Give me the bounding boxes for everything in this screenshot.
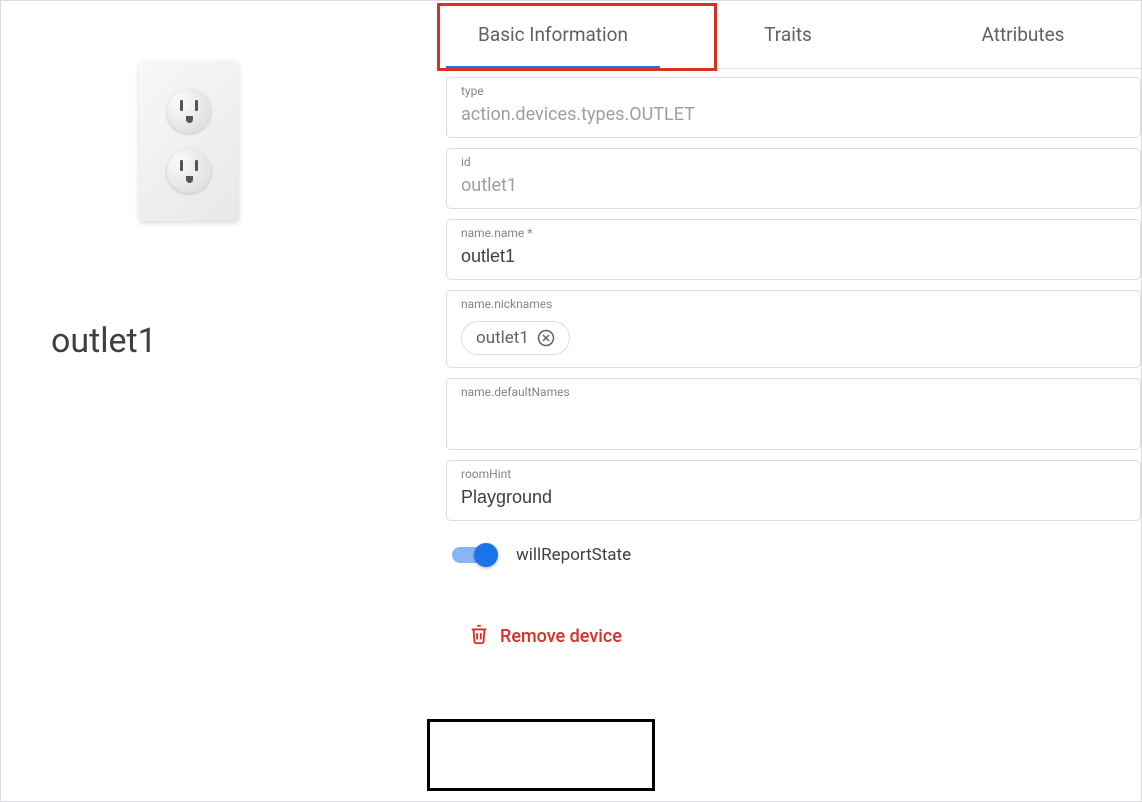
chip-remove-icon[interactable]: [537, 329, 555, 347]
field-name-defaultnames[interactable]: name.defaultNames: [446, 378, 1141, 450]
defaultnames-input[interactable]: [461, 405, 1126, 426]
name-name-input[interactable]: [461, 246, 1126, 267]
tab-label: Basic Information: [478, 23, 628, 46]
field-value: action.devices.types.OUTLET: [461, 104, 1126, 125]
device-summary-panel: outlet1: [1, 1, 436, 801]
willreportstate-row: willReportState: [446, 531, 1141, 567]
field-roomhint[interactable]: roomHint: [446, 460, 1141, 521]
tab-traits[interactable]: Traits: [671, 1, 906, 68]
trash-icon: [468, 623, 490, 649]
remove-device-label: Remove device: [500, 626, 622, 647]
remove-device-button[interactable]: Remove device: [446, 607, 1141, 665]
toggle-label: willReportState: [516, 545, 631, 565]
field-label: name.name *: [461, 226, 1126, 240]
device-image-outlet: [139, 61, 239, 221]
field-label: name.nicknames: [461, 297, 1126, 311]
field-name-nicknames[interactable]: name.nicknames outlet1: [446, 290, 1141, 368]
outlet-socket-icon: [167, 149, 211, 193]
outlet-socket-icon: [167, 89, 211, 133]
tab-basic-information[interactable]: Basic Information: [436, 1, 671, 68]
tab-label: Attributes: [982, 23, 1065, 46]
tab-label: Traits: [764, 23, 812, 46]
nickname-chip[interactable]: outlet1: [461, 321, 570, 355]
field-value: outlet1: [461, 175, 1126, 196]
field-type[interactable]: type action.devices.types.OUTLET: [446, 77, 1141, 138]
field-name-name[interactable]: name.name *: [446, 219, 1141, 280]
field-label: roomHint: [461, 467, 1126, 481]
chip-label: outlet1: [476, 328, 529, 348]
field-id[interactable]: id outlet1: [446, 148, 1141, 209]
field-label: id: [461, 155, 1126, 169]
basic-info-form: type action.devices.types.OUTLET id outl…: [436, 69, 1141, 665]
tab-attributes[interactable]: Attributes: [906, 1, 1141, 68]
field-label: name.defaultNames: [461, 385, 1126, 399]
field-label: type: [461, 84, 1126, 98]
device-title: outlet1: [51, 321, 386, 361]
tab-bar: Basic Information Traits Attributes: [436, 1, 1141, 69]
roomhint-input[interactable]: [461, 487, 1126, 508]
willreportstate-toggle[interactable]: [450, 543, 498, 567]
